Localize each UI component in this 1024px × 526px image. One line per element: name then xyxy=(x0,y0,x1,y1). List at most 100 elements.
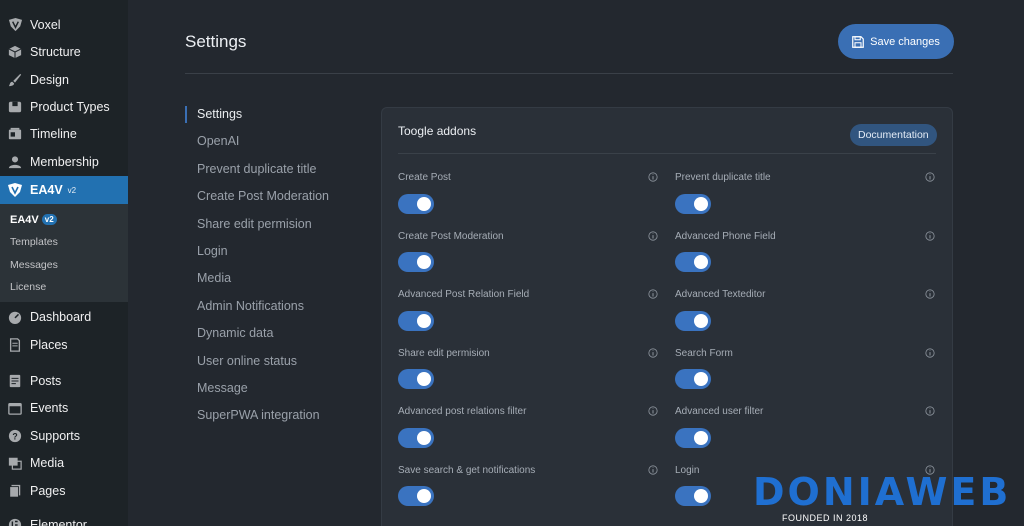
menu-item-media[interactable]: Media xyxy=(0,449,128,476)
menu-label: Places xyxy=(30,337,68,352)
toggle-addons-card: Toogle addons Documentation Create Post … xyxy=(381,107,953,526)
toggle-knob xyxy=(694,431,708,445)
addon-toggle-create-post[interactable] xyxy=(398,194,434,214)
addon-toggle-advanced-texteditor[interactable] xyxy=(675,311,711,331)
menu-item-events[interactable]: Events xyxy=(0,394,128,421)
nav-item-message[interactable]: Message xyxy=(197,381,248,395)
page-title: Settings xyxy=(185,32,247,51)
menu-label: Events xyxy=(30,400,69,415)
info-icon[interactable] xyxy=(648,231,658,241)
floppy-disk-icon xyxy=(852,35,864,48)
nav-item-create-post-moderation[interactable]: Create Post Moderation xyxy=(197,189,329,203)
info-icon[interactable] xyxy=(648,172,658,182)
menu-label: Dashboard xyxy=(30,309,92,324)
documentation-button[interactable]: Documentation xyxy=(850,124,937,146)
addon-toggle-advanced-post-relation-field[interactable] xyxy=(398,311,434,331)
menu-item-ea4v[interactable]: EA4V v2 xyxy=(0,176,128,204)
toggle-knob xyxy=(417,314,431,328)
info-icon[interactable] xyxy=(648,289,658,299)
menu-item-dashboard[interactable]: Dashboard xyxy=(0,303,128,330)
submenu-item-messages[interactable]: Messages xyxy=(10,259,58,271)
nav-item-media[interactable]: Media xyxy=(197,271,231,285)
menu-item-timeline[interactable]: Timeline xyxy=(0,120,128,147)
info-icon[interactable] xyxy=(925,406,935,416)
nav-item-dynamic-data[interactable]: Dynamic data xyxy=(197,326,273,340)
header-divider xyxy=(185,73,953,74)
nav-item-settings[interactable]: Settings xyxy=(197,107,242,121)
menu-item-supports[interactable]: ? Supports xyxy=(0,422,128,449)
card-divider xyxy=(398,153,936,154)
menu-item-voxel[interactable]: Voxel xyxy=(0,11,128,38)
menu-item-places[interactable]: Places xyxy=(0,331,128,358)
addon-label: Advanced user filter xyxy=(675,406,764,417)
wp-admin-sidebar: Voxel Structure Design Product Types Tim… xyxy=(0,0,128,526)
addon-toggle-create-post-moderation[interactable] xyxy=(398,252,434,272)
toggle-knob xyxy=(694,489,708,503)
info-icon[interactable] xyxy=(648,465,658,475)
timeline-icon xyxy=(7,126,23,142)
watermark-tagline: FOUNDED IN 2018 xyxy=(782,513,869,523)
toggle-knob xyxy=(417,197,431,211)
toggle-knob xyxy=(694,197,708,211)
menu-label: Structure xyxy=(30,44,81,59)
addon-label: Create Post xyxy=(398,172,451,183)
cube-icon xyxy=(7,44,23,60)
menu-label: Timeline xyxy=(30,126,77,141)
addon-toggle-advanced-post-relations-filter[interactable] xyxy=(398,428,434,448)
info-icon[interactable] xyxy=(648,406,658,416)
nav-item-share-edit-permision[interactable]: Share edit permision xyxy=(197,217,312,231)
info-icon[interactable] xyxy=(925,231,935,241)
nav-item-login[interactable]: Login xyxy=(197,244,228,258)
addon-label: Advanced Post Relation Field xyxy=(398,289,530,300)
info-icon[interactable] xyxy=(925,348,935,358)
watermark: DONIAWEB FOUNDED IN 2018 xyxy=(745,470,1015,526)
addon-label: Login xyxy=(675,465,700,476)
toggle-knob xyxy=(417,431,431,445)
nav-item-user-online-status[interactable]: User online status xyxy=(197,354,297,368)
addon-toggle-login[interactable] xyxy=(675,486,711,506)
menu-label: Pages xyxy=(30,483,66,498)
elementor-icon xyxy=(7,517,23,526)
menu-label: Design xyxy=(30,72,69,87)
nav-item-admin-notifications[interactable]: Admin Notifications xyxy=(197,299,304,313)
ea4v-icon xyxy=(7,182,23,198)
menu-label: Media xyxy=(30,455,65,470)
menu-label: Posts xyxy=(30,373,62,388)
addon-toggle-save-search[interactable] xyxy=(398,486,434,506)
save-label: Save changes xyxy=(870,35,940,48)
menu-item-product-types[interactable]: Product Types xyxy=(0,93,128,120)
addon-label: Search Form xyxy=(675,348,733,359)
addon-label: Share edit permision xyxy=(398,348,490,359)
submenu-item-license[interactable]: License xyxy=(10,281,46,293)
menu-label: Product Types xyxy=(30,99,110,114)
menu-item-posts[interactable]: Posts xyxy=(0,367,128,394)
info-icon[interactable] xyxy=(648,348,658,358)
menu-item-pages[interactable]: Pages xyxy=(0,477,128,504)
info-icon[interactable] xyxy=(925,289,935,299)
svg-text:?: ? xyxy=(12,431,17,441)
addon-toggle-advanced-phone-field[interactable] xyxy=(675,252,711,272)
info-icon[interactable] xyxy=(925,172,935,182)
voxel-icon xyxy=(7,17,23,33)
submenu-item-ea4v[interactable]: EA4V v2 xyxy=(10,214,57,226)
nav-item-superpwa-integration[interactable]: SuperPWA integration xyxy=(197,408,320,422)
toggle-knob xyxy=(417,255,431,269)
submenu-item-templates[interactable]: Templates xyxy=(10,236,58,248)
menu-item-membership[interactable]: Membership xyxy=(0,148,128,175)
addon-label: Advanced post relations filter xyxy=(398,406,527,417)
dashboard-icon xyxy=(7,309,23,325)
addon-toggle-prevent-duplicate-title[interactable] xyxy=(675,194,711,214)
nav-item-openai[interactable]: OpenAI xyxy=(197,134,239,148)
menu-item-design[interactable]: Design xyxy=(0,66,128,93)
menu-label: EA4V xyxy=(30,183,63,197)
version-label: v2 xyxy=(67,185,77,195)
save-changes-button[interactable]: Save changes xyxy=(838,24,954,59)
settings-main: Settings Save changes Settings OpenAI Pr… xyxy=(128,0,1024,526)
addon-toggle-advanced-user-filter[interactable] xyxy=(675,428,711,448)
menu-item-elementor[interactable]: Elementor xyxy=(0,511,128,526)
toggle-knob xyxy=(694,314,708,328)
nav-item-prevent-duplicate-title[interactable]: Prevent duplicate title xyxy=(197,162,317,176)
menu-item-structure[interactable]: Structure xyxy=(0,38,128,65)
addon-toggle-search-form[interactable] xyxy=(675,369,711,389)
addon-toggle-share-edit-permision[interactable] xyxy=(398,369,434,389)
